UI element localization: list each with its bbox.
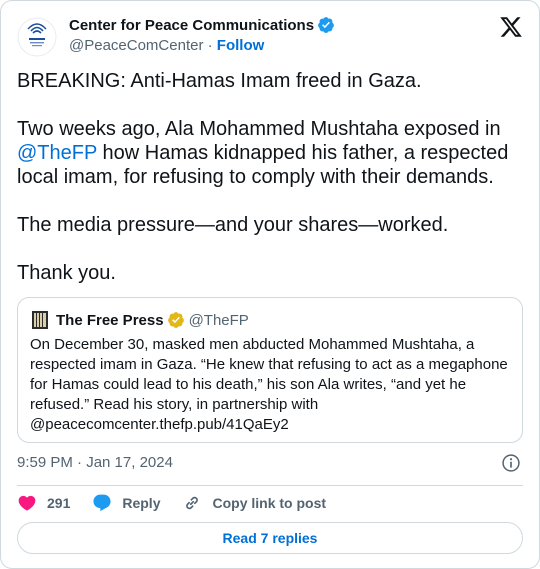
- like-count: 291: [47, 495, 71, 511]
- reply-label: Reply: [122, 495, 161, 511]
- tweet-paragraph-4: Thank you.: [17, 262, 116, 284]
- tweet-paragraph-1: BREAKING: Anti-Hamas Imam freed in Gaza.: [17, 70, 422, 92]
- tweet-paragraph-3: The media pressure—and your shares—worke…: [17, 214, 449, 236]
- tweet-paragraph-2-start: Two weeks ago, Ala Mohammed Mushtaha exp…: [17, 118, 507, 140]
- tweet-timestamp[interactable]: 9:59 PM · Jan 17, 2024: [17, 453, 173, 473]
- quote-author-name: The Free Press: [56, 311, 164, 329]
- info-icon[interactable]: [501, 453, 521, 473]
- link-icon: [186, 496, 199, 510]
- author-handle[interactable]: @PeaceComCenter: [69, 37, 203, 54]
- verified-badge-icon: [318, 17, 334, 33]
- quoted-tweet[interactable]: The Free Press @TheFP On December 30, ma…: [17, 297, 523, 443]
- follow-button[interactable]: Follow: [217, 37, 265, 54]
- verified-gold-badge-icon: [167, 312, 184, 328]
- reply-bubble-icon: [93, 494, 111, 512]
- separator-dot: ·: [203, 37, 217, 54]
- avatar[interactable]: [17, 17, 57, 57]
- read-replies-button[interactable]: Read 7 replies: [17, 522, 523, 554]
- quote-avatar: [30, 310, 50, 330]
- mention-link[interactable]: @TheFP: [17, 142, 97, 164]
- divider: [17, 485, 523, 486]
- action-bar: 291 Reply Copy link to post: [17, 493, 348, 513]
- quoted-tweet-text: On December 30, masked men abducted Moha…: [30, 336, 508, 433]
- like-button[interactable]: 291: [17, 493, 70, 513]
- quoted-tweet-header: The Free Press @TheFP: [30, 310, 249, 330]
- copy-link-button[interactable]: Copy link to post: [182, 493, 326, 513]
- embedded-tweet-card: Center for Peace Communications @PeaceCo…: [0, 0, 540, 569]
- tweet-text: BREAKING: Anti-Hamas Imam freed in Gaza.…: [17, 69, 522, 285]
- author-name[interactable]: Center for Peace Communications: [69, 17, 314, 34]
- author-block: Center for Peace Communications @PeaceCo…: [69, 15, 335, 56]
- reply-button[interactable]: Reply: [92, 493, 160, 513]
- x-logo-icon[interactable]: [499, 15, 523, 39]
- tweet-header: Center for Peace Communications @PeaceCo…: [17, 15, 523, 59]
- quote-author-handle: @TheFP: [188, 311, 249, 329]
- copy-link-label: Copy link to post: [212, 495, 327, 511]
- heart-icon: [18, 495, 36, 511]
